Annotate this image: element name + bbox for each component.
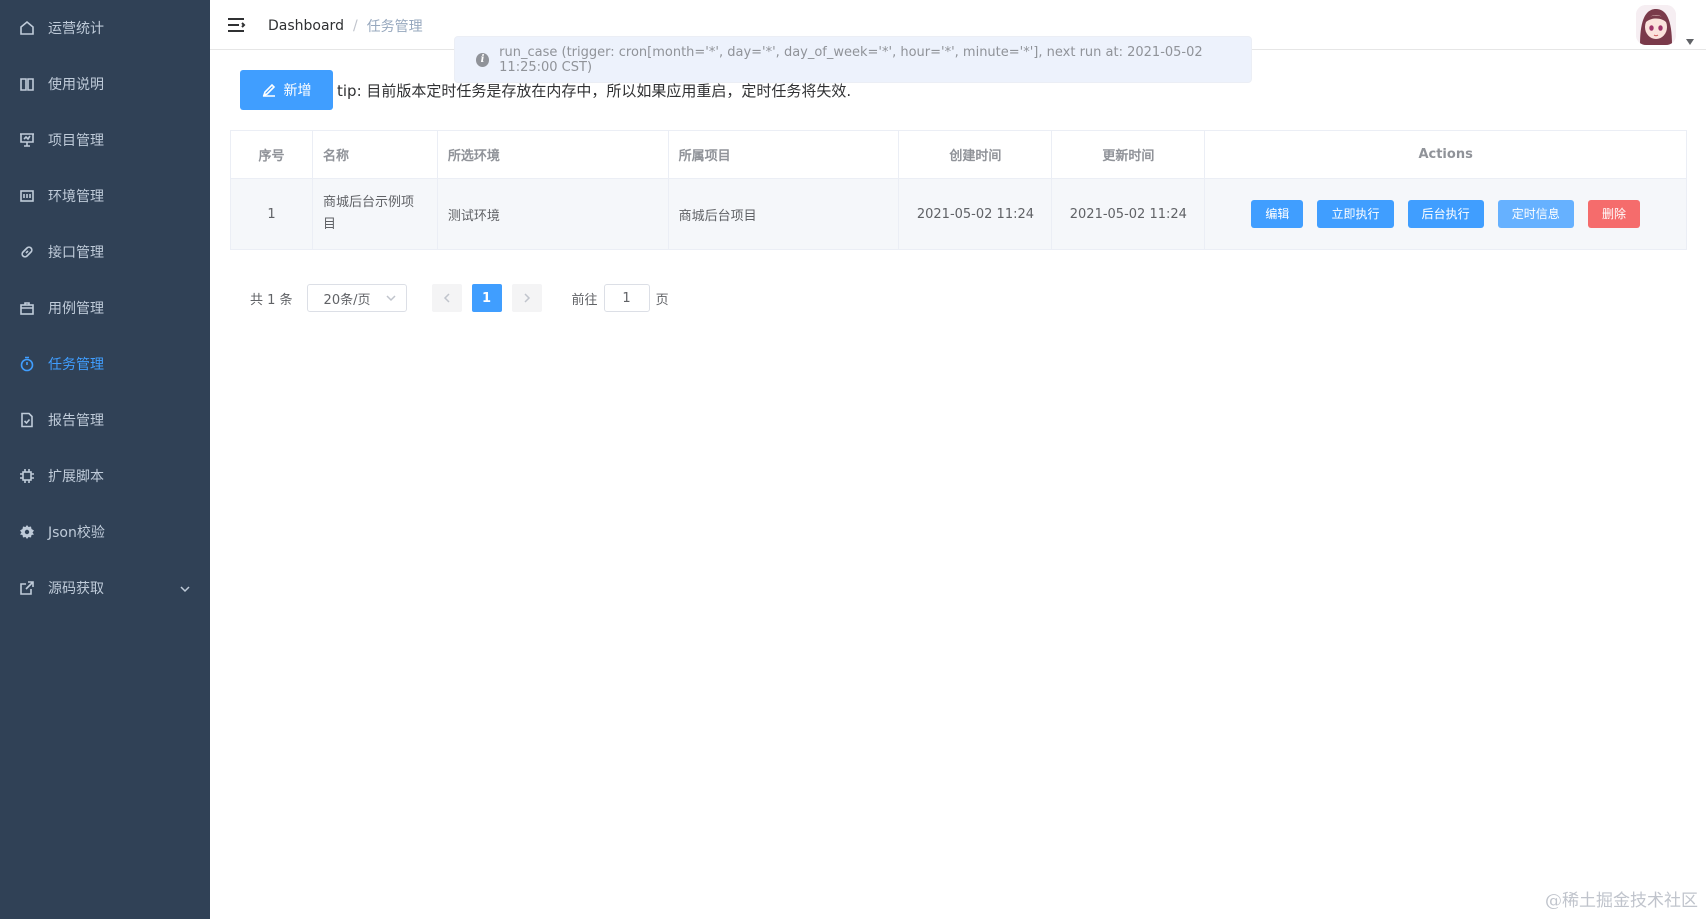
sidebar-item-label: 扩展脚本 [48, 469, 104, 485]
sidebar-item-projects[interactable]: 项目管理 [0, 112, 210, 168]
avatar[interactable] [1636, 5, 1676, 45]
pagination: 共 1 条 20条/页 1 前往 1 页 [250, 284, 669, 312]
breadcrumb-home[interactable]: Dashboard [268, 18, 344, 34]
document-check-icon [18, 411, 36, 429]
sidebar-item-label: 环境管理 [48, 189, 104, 205]
info-icon: i [476, 52, 490, 67]
sidebar-item-label: 使用说明 [48, 77, 104, 93]
column-header: 所属项目 [667, 130, 900, 179]
chevron-right-icon [524, 293, 530, 303]
sidebar-item-guide[interactable]: 使用说明 [0, 56, 210, 112]
add-task-button[interactable]: 新增 [240, 70, 333, 110]
run-now-button[interactable]: 立即执行 [1317, 200, 1394, 228]
column-header: 更新时间 [1051, 130, 1206, 179]
cell-index: 1 [230, 178, 313, 250]
external-link-icon [18, 579, 36, 597]
edit-button[interactable]: 编辑 [1251, 200, 1304, 228]
cell-env: 测试环境 [436, 178, 669, 250]
sidebar-item-label: 接口管理 [48, 245, 104, 261]
page-suffix: 页 [655, 292, 669, 308]
sidebar-item-label: Json校验 [48, 525, 105, 541]
sidebar-item-reports[interactable]: 报告管理 [0, 392, 210, 448]
task-table: 序号 名称 所选环境 所属项目 创建时间 更新时间 Actions 1 商城后台… [230, 130, 1687, 250]
briefcase-icon [18, 299, 36, 317]
home-icon [18, 19, 36, 37]
book-icon [18, 75, 36, 93]
breadcrumb-separator: / [352, 18, 358, 34]
sidebar-item-cases[interactable]: 用例管理 [0, 280, 210, 336]
cell-project: 商城后台项目 [667, 178, 900, 250]
sidebar-item-label: 任务管理 [48, 357, 104, 373]
add-button-label: 新增 [283, 83, 312, 99]
sidebar-item-tasks[interactable]: 任务管理 [0, 336, 210, 392]
page-size-select[interactable]: 20条/页 [306, 284, 407, 312]
pagination-total: 共 1 条 [250, 292, 293, 308]
chevron-down-icon [386, 295, 396, 302]
grid-icon [18, 187, 36, 205]
cpu-icon [18, 467, 36, 485]
goto-label: 前往 [571, 292, 598, 308]
caret-down-icon[interactable] [1686, 30, 1694, 45]
chevron-left-icon [443, 293, 450, 303]
sidebar-item-source[interactable]: 源码获取 [0, 560, 210, 616]
sidebar-item-apis[interactable]: 接口管理 [0, 224, 210, 280]
message-text: run_case (trigger: cron[month='*', day='… [499, 44, 1203, 75]
prev-page-button[interactable] [431, 284, 462, 312]
column-header: 所选环境 [436, 130, 669, 179]
sidebar-item-label: 报告管理 [48, 413, 104, 429]
sidebar-item-stats[interactable]: 运营统计 [0, 0, 210, 56]
table-row: 1 商城后台示例项目 测试环境 商城后台项目 2021-05-02 11:24 … [230, 178, 1687, 250]
cell-actions: 编辑 立即执行 后台执行 定时信息 删除 [1204, 178, 1687, 250]
sidebar-item-label: 运营统计 [48, 21, 104, 37]
sidebar-item-environments[interactable]: 环境管理 [0, 168, 210, 224]
page-number[interactable]: 1 [471, 284, 502, 312]
timer-icon [18, 355, 36, 373]
hamburger-icon[interactable] [226, 15, 246, 35]
tip-text: tip: 目前版本定时任务是存放在内存中，所以如果应用重启，定时任务将失效. [337, 82, 852, 100]
gear-icon [18, 523, 36, 541]
table-header-row: 序号 名称 所选环境 所属项目 创建时间 更新时间 Actions [230, 130, 1687, 179]
watermark: @稀土掘金技术社区 [1545, 891, 1698, 911]
sidebar-item-json[interactable]: Json校验 [0, 504, 210, 560]
page-size-value: 20条/页 [323, 292, 371, 308]
sidebar-item-scripts[interactable]: 扩展脚本 [0, 448, 210, 504]
cell-name: 商城后台示例项目 [311, 178, 438, 250]
goto-page-input[interactable]: 1 [603, 284, 650, 312]
column-header: 序号 [230, 130, 313, 179]
sidebar-item-label: 源码获取 [48, 581, 104, 597]
schedule-info-button[interactable]: 定时信息 [1497, 200, 1574, 228]
next-page-button[interactable] [511, 284, 542, 312]
run-background-button[interactable]: 后台执行 [1407, 200, 1484, 228]
delete-button[interactable]: 删除 [1587, 200, 1640, 228]
sidebar-item-label: 用例管理 [48, 301, 104, 317]
link-icon [18, 243, 36, 261]
sidebar-item-label: 项目管理 [48, 133, 104, 149]
edit-icon [262, 83, 275, 97]
column-header: Actions [1204, 130, 1687, 179]
cell-updated: 2021-05-02 11:24 [1051, 178, 1206, 250]
info-message: i run_case (trigger: cron[month='*', day… [454, 36, 1252, 83]
breadcrumb-current: 任务管理 [366, 19, 423, 35]
chevron-down-icon [180, 582, 190, 593]
sidebar: 运营统计 使用说明 项目管理 环境管理 接口管理 用例管理 任务管理 报告管理 … [0, 0, 210, 919]
cell-created: 2021-05-02 11:24 [898, 178, 1053, 250]
column-header: 创建时间 [898, 130, 1053, 179]
breadcrumb: Dashboard / 任务管理 [268, 16, 423, 36]
column-header: 名称 [311, 130, 438, 179]
presentation-icon [18, 131, 36, 149]
